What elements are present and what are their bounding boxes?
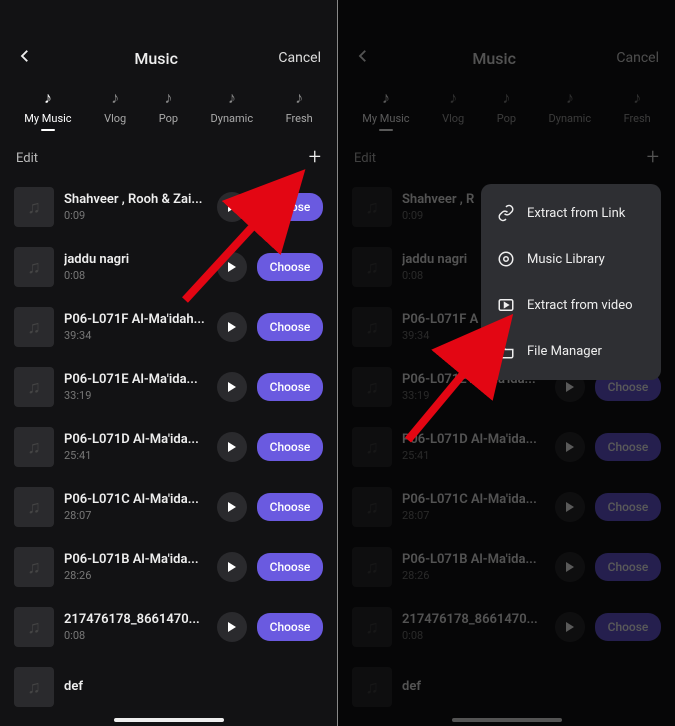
popup-extract-video[interactable]: Extract from video [481,282,661,328]
track-row: ♫ P06-L071B Al-Ma'ida... 28:26 Choose [0,537,337,597]
popup-item-label: Extract from Link [527,206,625,221]
music-note-icon: ♪ [164,90,172,106]
track-thumb: ♫ [14,667,54,707]
music-note-icon: ♪ [44,90,52,106]
track-thumb: ♫ [14,307,54,347]
header: Music Cancel [0,40,337,76]
track-row: ♫ Shahveer , Rooh & Zai... 0:09 Choose [0,177,337,237]
phone-screen-left: Music Cancel ♪My Music ♪Vlog ♪Pop ♪Dynam… [0,0,337,726]
track-name: P06-L071B Al-Ma'ida... [64,552,207,567]
cancel-button[interactable]: Cancel [278,50,321,66]
track-thumb: ♫ [14,547,54,587]
video-icon [497,296,515,314]
track-name: def [64,679,323,694]
track-meta: P06-L071C Al-Ma'ida... 28:07 [64,492,207,522]
track-row: ♫ jaddu nagri 0:08 Choose [0,237,337,297]
music-note-icon: ♪ [111,90,119,106]
track-duration: 25:41 [64,449,207,462]
play-button[interactable] [217,252,247,282]
track-thumb: ♫ [14,367,54,407]
track-meta: 217476178_8661470... 0:08 [64,612,207,642]
track-row: ♫ def [0,657,337,717]
track-name: P06-L071E Al-Ma'ida... [64,372,207,387]
category-tabs: ♪My Music ♪Vlog ♪Pop ♪Dynamic ♪Fresh [0,76,337,133]
popup-file-manager[interactable]: File Manager [481,328,661,374]
disc-icon [497,250,515,268]
edit-button[interactable]: Edit [16,151,38,166]
popup-item-label: File Manager [527,344,602,359]
add-menu-popup: Extract from Link Music Library Extract … [481,184,661,380]
track-name: P06-L071D Al-Ma'ida... [64,432,207,447]
play-button[interactable] [217,312,247,342]
track-meta: P06-L071F Al-Ma'idah... 39:34 [64,312,207,342]
track-row: ♫ P06-L071D Al-Ma'ida... 25:41 Choose [0,417,337,477]
choose-button[interactable]: Choose [257,373,323,401]
home-indicator [114,718,224,722]
track-meta: P06-L071D Al-Ma'ida... 25:41 [64,432,207,462]
play-button[interactable] [217,192,247,222]
track-row: ♫ P06-L071F Al-Ma'idah... 39:34 Choose [0,297,337,357]
track-name: P06-L071F Al-Ma'idah... [64,312,207,327]
music-note-icon: ♪ [295,90,303,106]
track-list: ♫ Shahveer , Rooh & Zai... 0:09 Choose ♫… [0,177,337,717]
phone-screen-right: Music Cancel ♪My Music ♪Vlog ♪Pop ♪Dynam… [338,0,675,726]
choose-button[interactable]: Choose [257,313,323,341]
track-row: ♫ P06-L071E Al-Ma'ida... 33:19 Choose [0,357,337,417]
track-name: Shahveer , Rooh & Zai... [64,192,207,207]
link-icon [497,204,515,222]
back-button[interactable] [16,47,34,69]
track-duration: 28:07 [64,509,207,522]
choose-button[interactable]: Choose [257,433,323,461]
tab-dynamic[interactable]: ♪Dynamic [211,90,254,125]
track-duration: 0:09 [64,209,207,222]
popup-item-label: Extract from video [527,298,633,313]
track-row: ♫ 217476178_8661470... 0:08 Choose [0,597,337,657]
track-name: jaddu nagri [64,252,207,267]
track-meta: P06-L071B Al-Ma'ida... 28:26 [64,552,207,582]
track-duration: 28:26 [64,569,207,582]
tab-vlog[interactable]: ♪Vlog [104,90,126,125]
track-duration: 0:08 [64,269,207,282]
play-button[interactable] [217,492,247,522]
choose-button[interactable]: Choose [257,613,323,641]
track-name: 217476178_8661470... [64,612,207,627]
track-row: ♫ P06-L071C Al-Ma'ida... 28:07 Choose [0,477,337,537]
popup-music-library[interactable]: Music Library [481,236,661,282]
track-duration: 0:08 [64,629,207,642]
page-title: Music [134,49,178,68]
track-thumb: ♫ [14,487,54,527]
status-bar [0,0,337,40]
play-button[interactable] [217,612,247,642]
tab-my-music[interactable]: ♪My Music [24,90,71,125]
play-button[interactable] [217,372,247,402]
track-thumb: ♫ [14,247,54,287]
choose-button[interactable]: Choose [257,493,323,521]
track-thumb: ♫ [14,607,54,647]
track-duration: 33:19 [64,389,207,402]
choose-button[interactable]: Choose [257,193,323,221]
music-note-icon: ♪ [228,90,236,106]
track-duration: 39:34 [64,329,207,342]
add-button[interactable]: + [309,147,321,169]
track-name: P06-L071C Al-Ma'ida... [64,492,207,507]
track-thumb: ♫ [14,427,54,467]
tab-pop[interactable]: ♪Pop [159,90,178,125]
choose-button[interactable]: Choose [257,553,323,581]
choose-button[interactable]: Choose [257,253,323,281]
folder-icon [497,342,515,360]
track-meta: P06-L071E Al-Ma'ida... 33:19 [64,372,207,402]
track-meta: jaddu nagri 0:08 [64,252,207,282]
popup-item-label: Music Library [527,252,605,267]
list-header: Edit + [0,133,337,177]
track-meta: def [64,679,323,696]
track-thumb: ♫ [14,187,54,227]
play-button[interactable] [217,432,247,462]
play-button[interactable] [217,552,247,582]
popup-extract-link[interactable]: Extract from Link [481,190,661,236]
tab-fresh[interactable]: ♪Fresh [286,90,313,125]
track-meta: Shahveer , Rooh & Zai... 0:09 [64,192,207,222]
